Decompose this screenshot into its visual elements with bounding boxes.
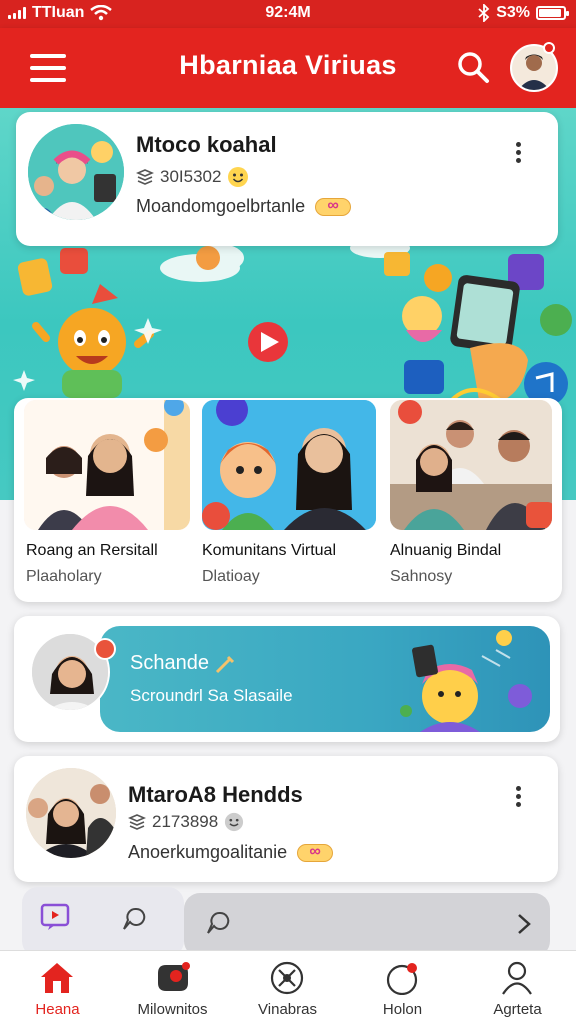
profile-subtitle-2: Anoerkumgoalitanie	[128, 842, 288, 862]
nav-community-label: Milownitos	[137, 1001, 208, 1018]
comment-icon[interactable]	[204, 909, 232, 937]
community-icon	[158, 962, 190, 991]
avatar-notification-dot	[543, 42, 555, 54]
stack-icon	[128, 814, 146, 830]
nav-notifications-label: Holon	[382, 1001, 423, 1018]
profile-meta-value: 30I5302	[160, 167, 222, 186]
group-photo-icon	[28, 124, 124, 220]
nav-home[interactable]: Heana	[0, 951, 115, 1024]
community-tile-image-2[interactable]	[202, 400, 376, 530]
banner-illustration	[400, 630, 532, 732]
quick-actions-right[interactable]	[184, 893, 550, 957]
video-message-icon[interactable]	[40, 903, 70, 931]
community-photo-2	[202, 400, 376, 530]
bluetooth-icon	[478, 4, 490, 22]
community-title-1[interactable]: Roang an Rersitall	[26, 542, 158, 560]
profile-avatar[interactable]	[28, 124, 124, 220]
nav-notifications[interactable]: Holon	[345, 951, 460, 1024]
profile-name-2: MtaroA8 Hendds	[128, 782, 303, 807]
stack-icon	[136, 169, 154, 185]
home-icon	[41, 963, 73, 993]
community-photo-3	[390, 400, 552, 530]
community-tile-image-3[interactable]	[390, 400, 552, 530]
app-header: Hbarniaa Viriuas	[0, 28, 576, 108]
nav-profile[interactable]: Agrteta	[460, 951, 575, 1024]
profile-subtitle-row: Moandomgoelbrtanle	[136, 196, 352, 217]
nav-community[interactable]: Milownitos	[115, 951, 230, 1024]
nav-explore[interactable]: Vinabras	[230, 951, 345, 1024]
community-title-3[interactable]: Alnuanig Bindal	[390, 542, 501, 560]
schedule-banner[interactable]	[100, 626, 550, 732]
group-photo-icon-2	[26, 768, 116, 858]
profile-icon	[502, 961, 532, 995]
explore-icon	[270, 961, 304, 995]
emoji-icon	[225, 812, 244, 832]
profile-name: Mtoco koahal	[136, 132, 277, 157]
profile-subtitle-row-2: Anoerkumgoalitanie	[128, 842, 334, 863]
community-subtitle-2: Dlatioay	[202, 568, 260, 585]
banner-subtitle: Scroundrl Sa Slasaile	[130, 686, 293, 705]
status-bar: TTIuan 92:4M S3%	[0, 0, 576, 28]
chevron-right-icon[interactable]	[516, 913, 532, 935]
chat-bubble-icon[interactable]	[120, 905, 148, 933]
badge-icon	[315, 197, 352, 216]
more-options-icon[interactable]	[508, 140, 528, 166]
nav-home-label: Heana	[35, 1001, 80, 1018]
battery-percent: S3%	[496, 4, 530, 21]
banner-title: Schande	[130, 652, 209, 674]
banner-avatar-badge	[94, 638, 116, 660]
community-tile-image-1[interactable]	[24, 400, 190, 530]
battery-icon	[536, 6, 569, 20]
quick-actions-left	[22, 887, 184, 957]
community-title-2[interactable]: Komunitans Virtual	[202, 542, 336, 560]
badge-icon	[297, 843, 334, 862]
community-photo-1	[24, 400, 190, 530]
profile-meta-2: 2173898	[128, 812, 244, 832]
nav-profile-label: Agrteta	[493, 1001, 542, 1018]
search-icon[interactable]	[456, 50, 490, 84]
profile-subtitle: Moandomgoelbrtanle	[136, 196, 306, 216]
bottom-navigation: Heana Milownitos Vinabras Holon Agrteta	[0, 950, 576, 1024]
community-subtitle-3: Sahnosy	[390, 568, 453, 585]
profile-meta-value-2: 2173898	[152, 812, 219, 831]
more-options-icon[interactable]	[508, 784, 528, 810]
smile-emoji-icon	[228, 167, 249, 187]
nav-explore-label: Vinabras	[258, 1001, 317, 1018]
sparkle-icon	[215, 655, 235, 674]
notification-icon	[386, 963, 418, 995]
profile-meta: 30I5302	[136, 166, 249, 188]
profile-card[interactable]: Mtoco koahal 30I5302 Moandomgoelbrtanle	[16, 112, 558, 246]
communities-card: Roang an Rersitall Plaaholary Komunitans…	[14, 398, 562, 602]
profile-card-2[interactable]: MtaroA8 Hendds 2173898 Anoerkumgoalitani…	[14, 756, 558, 882]
community-subtitle-1: Plaaholary	[26, 568, 102, 585]
profile-avatar-2[interactable]	[26, 768, 116, 858]
